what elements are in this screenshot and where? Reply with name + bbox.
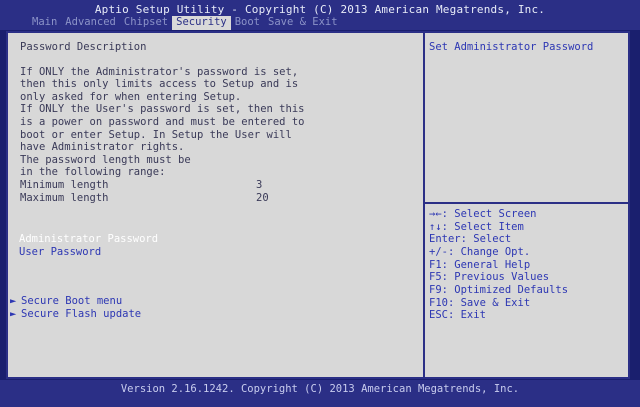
secure-flash-update-label: Secure Flash update — [21, 308, 142, 320]
tab-save-exit[interactable]: Save & Exit — [264, 16, 342, 30]
main-panel: Password Description If ONLY the Adminis… — [6, 31, 630, 379]
key-enter-select: Enter: Select — [429, 233, 512, 246]
description-line: boot or enter Setup. In Setup the User w… — [20, 128, 292, 141]
tab-chipset[interactable]: Chipset — [120, 16, 172, 30]
description-line: only asked for when entering Setup. — [20, 90, 242, 103]
description-line: The password length must be — [20, 153, 191, 166]
maximum-length-value: 20 — [256, 191, 269, 204]
key-select-screen: →←: Select Screen — [429, 208, 537, 220]
minimum-length-row: Minimum length 3 — [20, 179, 415, 192]
key-save-exit: F10: Save & Exit — [429, 296, 531, 309]
tab-security[interactable]: Security — [172, 16, 231, 30]
footer-bar: Version 2.16.1242. Copyright (C) 2013 Am… — [0, 380, 640, 407]
key-select-item: ↑↓: Select Item — [429, 220, 524, 233]
minimum-length-label: Minimum length — [20, 178, 109, 191]
tab-advanced[interactable]: Advanced — [61, 16, 120, 30]
submenu-arrow-icon: ► — [10, 308, 17, 320]
secure-boot-menu-label: Secure Boot menu — [21, 295, 123, 307]
description-line: If ONLY the Administrator's password is … — [20, 65, 299, 78]
version-text: Version 2.16.1242. Copyright (C) 2013 Am… — [120, 383, 520, 395]
secure-boot-menu-item[interactable]: ► Secure Boot menu — [10, 295, 122, 307]
key-previous-values: F5: Previous Values — [429, 271, 550, 284]
tab-bar: Main Advanced Chipset Security Boot Save… — [28, 16, 342, 30]
header-bar: Aptio Setup Utility - Copyright (C) 2013… — [0, 0, 640, 30]
key-optimized-defaults: F9: Optimized Defaults — [429, 283, 569, 296]
description-line: If ONLY the User's password is set, then… — [20, 103, 305, 116]
tab-boot[interactable]: Boot — [231, 16, 264, 30]
maximum-length-label: Maximum length — [20, 191, 109, 204]
item-help-text: Set Administrator Password — [429, 41, 594, 53]
maximum-length-row: Maximum length 20 — [20, 192, 415, 205]
password-description-heading: Password Description — [20, 41, 147, 53]
description-line: then this only limits access to Setup an… — [20, 78, 299, 91]
description-line: is a power on password and must be enter… — [20, 115, 305, 128]
administrator-password-item[interactable]: Administrator Password — [19, 233, 158, 245]
submenu-arrow-icon: ► — [10, 295, 17, 307]
settings-pane: Password Description If ONLY the Adminis… — [20, 41, 415, 204]
description-line: have Administrator rights. — [20, 141, 185, 154]
tab-main[interactable]: Main — [28, 16, 61, 30]
key-change-option: +/-: Change Opt. — [429, 245, 531, 258]
minimum-length-value: 3 — [256, 178, 263, 191]
secure-flash-update-item[interactable]: ► Secure Flash update — [10, 308, 141, 320]
vertical-divider — [423, 33, 425, 379]
description-line: in the following range: — [20, 166, 166, 179]
key-general-help: F1: General Help — [429, 258, 531, 271]
horizontal-divider — [425, 202, 630, 204]
bios-title: Aptio Setup Utility - Copyright (C) 2013… — [94, 3, 546, 16]
user-password-item[interactable]: User Password — [19, 246, 101, 258]
key-escape-exit: ESC: Exit — [429, 309, 486, 322]
key-legend: →←: Select Screen ↑↓: Select Item Enter:… — [429, 208, 624, 322]
